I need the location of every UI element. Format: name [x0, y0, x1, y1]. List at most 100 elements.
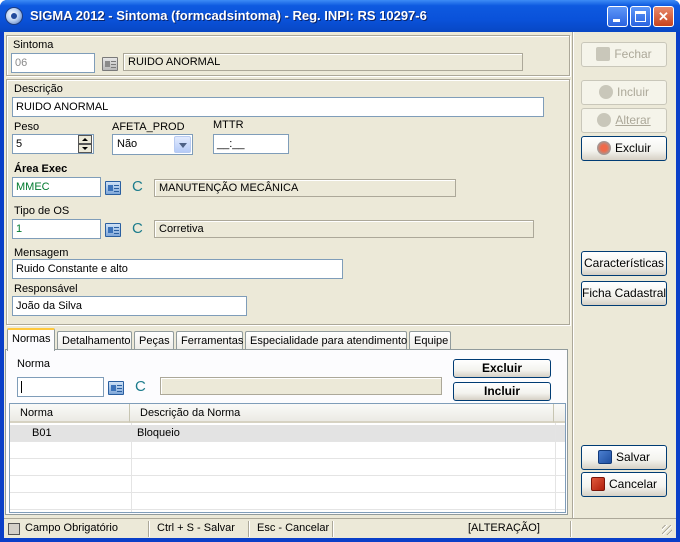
table-row-empty[interactable]: [10, 493, 565, 510]
descricao-field[interactable]: RUIDO ANORMAL: [12, 97, 544, 117]
norma-label: Norma: [17, 358, 51, 370]
status-salvar: Ctrl + S - Salvar: [157, 522, 235, 534]
norma-incluir-button[interactable]: Incluir: [453, 382, 551, 401]
peso-label: Peso: [14, 121, 40, 133]
cancel-icon: [590, 477, 605, 491]
close-icon: ✕: [658, 9, 669, 24]
add-icon: [598, 85, 613, 99]
norma-lookup-icon[interactable]: [108, 381, 124, 395]
close-button[interactable]: ✕: [653, 6, 674, 27]
norma-c-button[interactable]: C: [135, 378, 146, 395]
tab-ferramentas[interactable]: Ferramentas: [176, 331, 243, 350]
window-title: SIGMA 2012 - Sintoma (formcadsintoma) - …: [30, 8, 427, 23]
area-label: Área Exec: [14, 163, 68, 175]
table-row-empty[interactable]: [10, 442, 565, 459]
normas-grid: Norma Descrição da Norma B01 Bloqueio: [9, 403, 566, 513]
sintoma-name-field: RUIDO ANORMAL: [123, 53, 523, 71]
grid-header-norma[interactable]: Norma: [10, 404, 130, 423]
maximize-icon: [635, 11, 646, 22]
spin-up-icon[interactable]: [78, 135, 92, 144]
tab-detalhamento[interactable]: Detalhamento: [57, 331, 132, 350]
peso-spinner[interactable]: [78, 135, 92, 153]
norma-field[interactable]: [17, 377, 104, 397]
required-field-swatch: [8, 523, 20, 535]
caracteristicas-button[interactable]: Características: [581, 251, 667, 276]
grid-cell-norma: B01: [32, 427, 52, 439]
sintoma-code-field[interactable]: 06: [11, 53, 95, 73]
norma-excluir-button[interactable]: Excluir: [453, 359, 551, 378]
tab-pecas[interactable]: Peças: [134, 331, 174, 350]
status-separator: [248, 521, 250, 537]
area-name-field: MANUTENÇÃO MECÂNICA: [154, 179, 456, 197]
grid-header-filler: [554, 404, 565, 423]
responsavel-field[interactable]: João da Silva: [12, 296, 247, 316]
door-icon: [596, 47, 611, 61]
cancelar-button[interactable]: Cancelar: [581, 472, 667, 497]
tab-especialidade[interactable]: Especialidade para atendimento: [245, 331, 407, 350]
area-code-field[interactable]: MMEC: [12, 177, 101, 197]
fechar-button[interactable]: Fechar: [581, 42, 667, 67]
mttr-field[interactable]: __:__: [213, 134, 289, 154]
descricao-label: Descrição: [14, 83, 63, 95]
afeta-value: Não: [117, 138, 138, 150]
status-separator: [332, 521, 334, 537]
resize-grip-icon[interactable]: [662, 525, 672, 535]
text-cursor: [21, 381, 22, 393]
area-lookup-icon[interactable]: [105, 181, 121, 195]
dropdown-arrow-icon[interactable]: [174, 136, 191, 153]
window-bottom-border: [0, 538, 680, 542]
status-cancelar: Esc - Cancelar: [257, 522, 330, 534]
grid-cell-descricao: Bloqueio: [137, 427, 180, 439]
spin-down-icon[interactable]: [78, 144, 92, 153]
tipo-code-field[interactable]: 1: [12, 219, 101, 239]
tipo-name-field: Corretiva: [154, 220, 534, 238]
grid-column-line: [555, 423, 556, 512]
save-icon: [597, 450, 612, 464]
status-separator: [148, 521, 150, 537]
alterar-button[interactable]: Alterar: [581, 108, 667, 133]
table-row-empty[interactable]: [10, 459, 565, 476]
tipo-label: Tipo de OS: [14, 205, 70, 217]
fechar-label: Fechar: [614, 47, 652, 61]
minimize-button[interactable]: [607, 6, 628, 27]
alterar-label: Alterar: [615, 113, 651, 127]
area-c-button[interactable]: C: [132, 178, 143, 195]
salvar-button[interactable]: Salvar: [581, 445, 667, 470]
mensagem-label: Mensagem: [14, 247, 69, 259]
responsavel-label: Responsável: [14, 283, 78, 295]
afeta-label: AFETA_PROD: [112, 121, 185, 133]
status-mode: [ALTERAÇÃO]: [468, 522, 540, 534]
caracteristicas-label: Características: [583, 256, 665, 270]
sintoma-lookup-icon[interactable]: [102, 57, 118, 71]
table-row-empty[interactable]: [10, 476, 565, 493]
tipo-lookup-icon[interactable]: [105, 223, 121, 237]
ficha-label: Ficha Cadastral: [582, 286, 667, 300]
afeta-select[interactable]: Não: [112, 134, 193, 155]
status-campo: Campo Obrigatório: [25, 522, 118, 534]
title-bar[interactable]: SIGMA 2012 - Sintoma (formcadsintoma) - …: [0, 0, 680, 32]
status-separator: [570, 521, 572, 537]
tipo-c-button[interactable]: C: [132, 220, 143, 237]
salvar-label: Salvar: [615, 450, 650, 464]
delete-icon: [596, 141, 611, 155]
incluir-button[interactable]: Incluir: [581, 80, 667, 105]
sintoma-label: Sintoma: [13, 39, 54, 51]
mttr-label: MTTR: [213, 119, 244, 131]
cancelar-label: Cancelar: [608, 477, 658, 491]
grid-header-descricao[interactable]: Descrição da Norma: [130, 404, 554, 423]
maximize-button[interactable]: [630, 6, 651, 27]
ficha-cadastral-button[interactable]: Ficha Cadastral: [581, 281, 667, 306]
incluir-label: Incluir: [616, 85, 649, 99]
tab-equipe[interactable]: Equipe: [409, 331, 451, 350]
right-separator: [572, 32, 574, 518]
table-row[interactable]: B01 Bloqueio: [10, 425, 565, 442]
grid-column-line: [131, 423, 132, 512]
excluir-button[interactable]: Excluir: [581, 136, 667, 161]
status-bar: Campo Obrigatório Ctrl + S - Salvar Esc …: [4, 518, 676, 538]
tab-normas[interactable]: Normas: [7, 328, 55, 351]
minimize-icon: [613, 19, 620, 22]
excluir-label: Excluir: [614, 141, 651, 155]
app-icon[interactable]: [5, 7, 23, 25]
mensagem-field[interactable]: Ruido Constante e alto: [12, 259, 343, 279]
edit-icon: [597, 113, 612, 127]
